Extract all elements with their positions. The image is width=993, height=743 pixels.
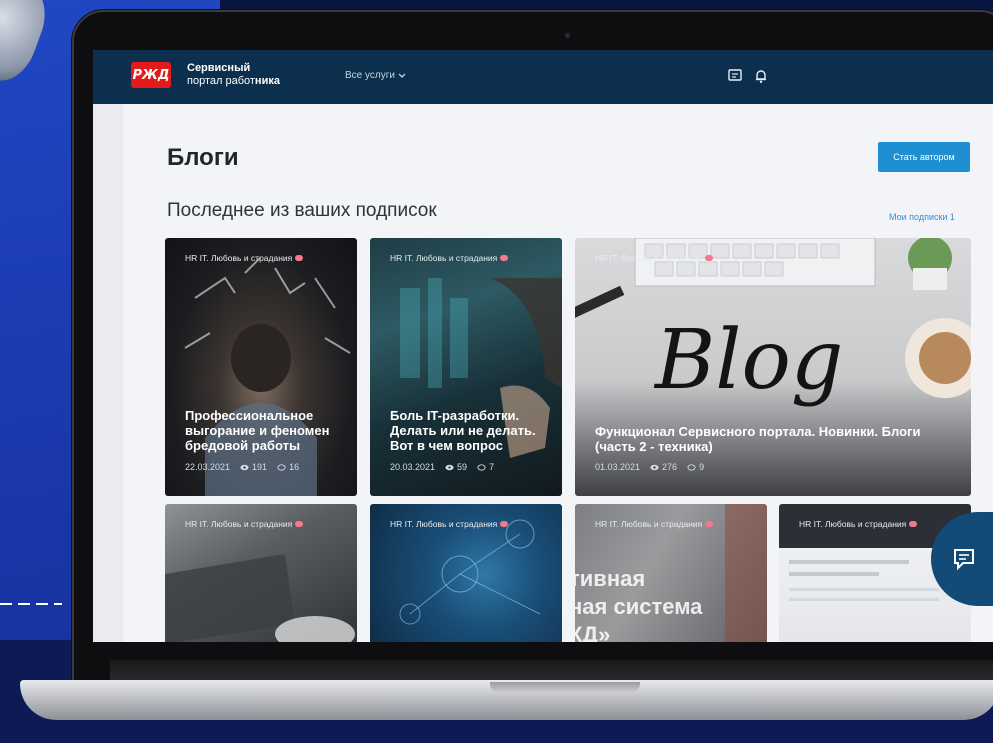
comment-icon [687,463,696,471]
card-illustration: Blog [575,238,971,408]
camera-dot [565,33,570,38]
eye-icon [650,464,659,470]
laptop-screen: РЖД Сервисный портал работника Все услуг… [93,50,993,642]
card-illustration [184,257,351,496]
post-date: 01.03.2021 [595,462,641,472]
category-dot-icon [295,255,304,261]
card-meta: 01.03.2021 276 9 [595,462,704,472]
category-label: HR IT. Любовь и страдания [185,253,293,263]
eye-icon [240,464,249,470]
portal-name-part-b: ника [254,75,280,87]
laptop-hinge [110,660,993,682]
page-title: Блоги [167,144,239,171]
card-title: Профессиональное выгорание и феномен бре… [185,408,330,453]
comments-value: 9 [699,462,705,472]
chevron-down-icon [398,73,406,78]
views-count: 191 [240,462,267,472]
blog-card[interactable]: HR IT. Любовь и страдания Профессиональн… [165,238,357,496]
category-dot-icon [705,521,714,527]
card-category[interactable]: HR IT. Любовь и страдания [390,519,509,529]
post-date: 22.03.2021 [185,462,231,472]
my-subscriptions-link[interactable]: Мои подписки 1 [889,212,955,222]
card-image-text-2: ная система [575,594,703,619]
category-label: HR IT. Любовь и страдания [799,519,907,529]
section-title: Последнее из ваших подписок [167,200,437,221]
category-label: HR IT. Любовь и страдания [185,519,293,529]
blog-card[interactable]: тивная ная система КД» HR IT. Любовь и с… [575,504,767,642]
card-category[interactable]: HR IT. Любовь и страдания [595,519,714,529]
card-illustration [400,278,562,458]
comments-value: 7 [489,462,495,472]
category-label: HR IT. Любовь и страдания [390,253,498,263]
views-value: 276 [662,462,678,472]
chat-icon[interactable] [727,68,743,84]
blog-card[interactable]: HR IT. Любовь и страдания [370,504,562,642]
card-category[interactable]: HR IT. Любовь и страдания [185,519,304,529]
card-image-lettering: Blog [653,313,843,408]
laptop-notch [490,682,640,692]
category-dot-icon [705,255,714,261]
views-value: 59 [457,462,468,472]
category-dot-icon [500,255,509,261]
card-image-text-3: КД» [575,622,610,642]
comments-value: 16 [289,462,300,472]
card-category[interactable]: HR IT. Любовь и страдания [390,253,509,263]
category-dot-icon [295,521,304,527]
comments-count: 16 [277,462,299,472]
category-label: HR IT. Любовь и страдания [390,519,498,529]
card-category[interactable]: HR IT. Любовь и страдания [799,519,918,529]
card-title: Функционал Сервисного портала. Новинки. … [595,424,921,454]
category-dot-icon [909,521,918,527]
post-date: 20.03.2021 [390,462,436,472]
card-image-text-1: тивная [575,566,645,591]
comments-count: 9 [687,462,704,472]
blog-card[interactable]: Blog HR IT. Любовь и страдания Функциона… [575,238,971,496]
all-services-label: Все услуги [345,70,395,81]
category-label: HR IT. Любовь и страдания [595,519,703,529]
decorative-dashes [0,603,62,605]
comment-icon [277,463,286,471]
portal-name-line1: Сервисный [187,62,251,74]
rzd-logo[interactable]: РЖД [131,62,171,88]
views-count: 59 [445,462,467,472]
card-category[interactable]: HR IT. Любовь и страдания [185,253,304,263]
left-rail [93,104,123,642]
card-category[interactable]: HR IT. Любовь и страдания [595,253,714,263]
comment-icon [477,463,486,471]
comments-count: 7 [477,462,494,472]
portal-name[interactable]: Сервисный портал работника [187,62,280,88]
bell-icon[interactable] [753,68,769,84]
chat-bubble-icon [954,549,974,571]
views-value: 191 [252,462,268,472]
card-meta: 20.03.2021 59 7 [390,462,494,472]
portal-name-line2: портал работника [187,75,280,88]
blog-card[interactable]: HR IT. Любовь и страдания [165,504,357,642]
portal-header: РЖД Сервисный портал работника Все услуг… [93,50,993,104]
category-dot-icon [500,521,509,527]
views-count: 276 [650,462,677,472]
card-title: Боль IT-разработки. Делать или не делать… [390,408,536,453]
portal-name-part-a: портал работ [187,75,255,87]
blog-card[interactable]: HR IT. Любовь и страдания Боль IT-разраб… [370,238,562,496]
category-label: HR IT. Любовь и страдания [595,253,703,263]
eye-icon [445,464,454,470]
all-services-menu[interactable]: Все услуги [345,70,406,81]
become-author-button[interactable]: Стать автором [878,142,970,172]
card-meta: 22.03.2021 191 16 [185,462,299,472]
